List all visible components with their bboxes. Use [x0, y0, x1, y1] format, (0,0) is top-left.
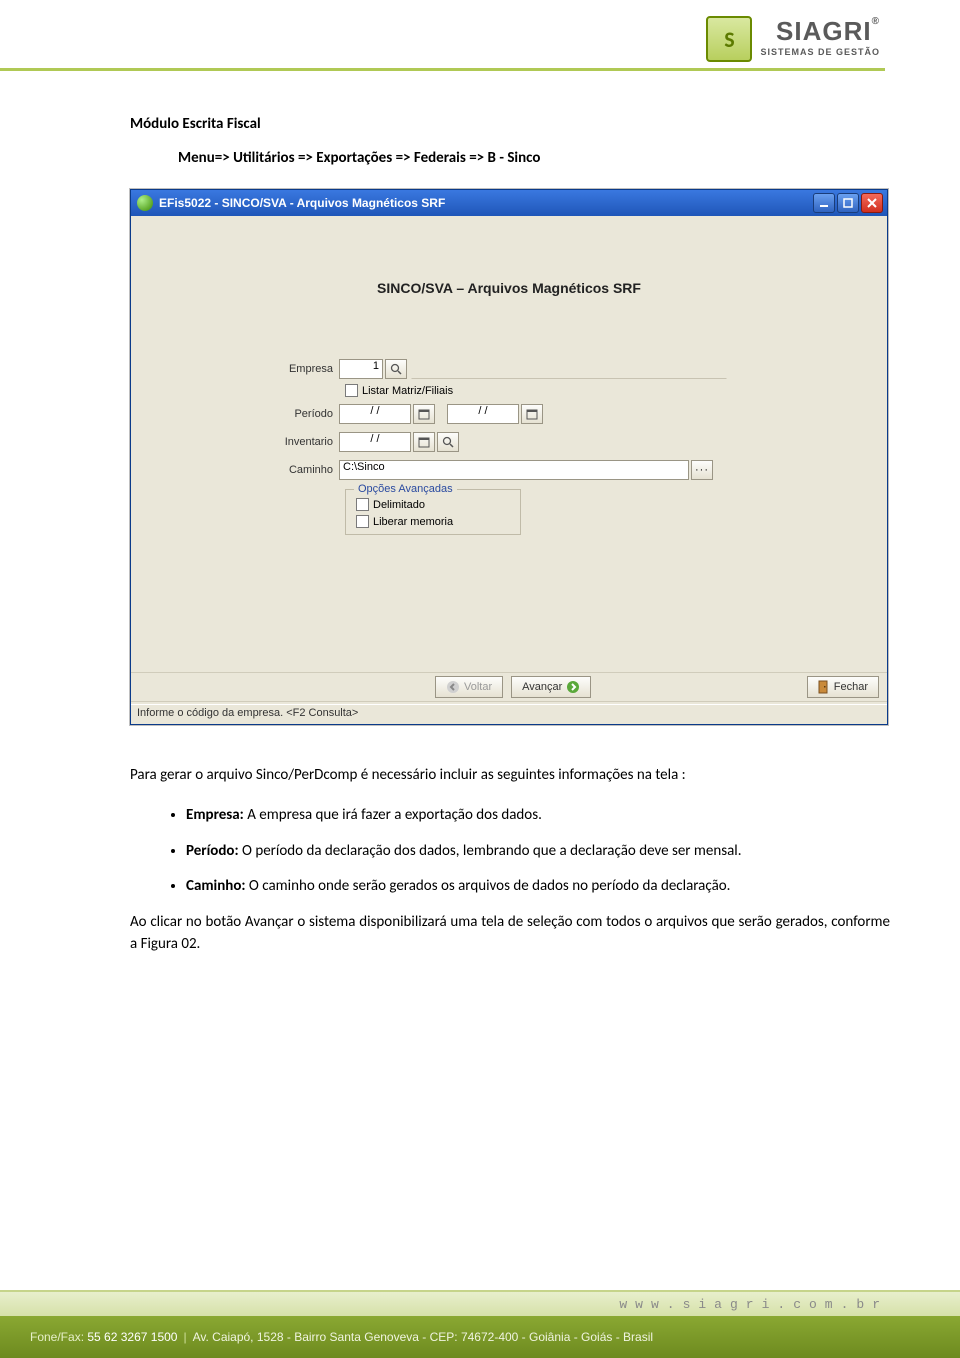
caminho-label: Caminho	[277, 464, 339, 476]
advanced-options-legend: Opções Avançadas	[354, 483, 457, 495]
closing-paragraph: Ao clicar no botão Avançar o sistema dis…	[130, 912, 890, 956]
inventario-lookup-button[interactable]	[437, 432, 459, 452]
form-title: SINCO/SVA – Arquivos Magnéticos SRF	[131, 216, 887, 296]
inventario-label: Inventario	[277, 436, 339, 448]
page-footer: www.siagri.com.br Fone/Fax: 55 62 3267 1…	[0, 1290, 960, 1358]
bullet-empresa: Empresa: A empresa que irá fazer a expor…	[186, 805, 890, 827]
forward-arrow-icon	[566, 680, 580, 694]
periodo-start-input[interactable]: / /	[339, 404, 411, 424]
intro-paragraph: Para gerar o arquivo Sinco/PerDcomp é ne…	[130, 765, 890, 787]
status-bar: Informe o código da empresa. <F2 Consult…	[131, 704, 887, 724]
brand-tagline: SISTEMAS DE GESTÃO	[760, 47, 880, 57]
periodo-label: Período	[277, 408, 339, 420]
advanced-options-fieldset: Opções Avançadas Delimitado Liberar memo…	[345, 489, 521, 535]
periodo-start-calendar-button[interactable]	[413, 404, 435, 424]
back-arrow-icon	[446, 680, 460, 694]
calendar-icon	[418, 436, 430, 448]
liberar-memoria-checkbox[interactable]	[356, 515, 369, 528]
periodo-end-input[interactable]: / /	[447, 404, 519, 424]
delimitado-checkbox[interactable]	[356, 498, 369, 511]
brand-logo: S SIAGRI® SISTEMAS DE GESTÃO	[706, 16, 880, 62]
fechar-button[interactable]: Fechar	[807, 676, 879, 698]
window-title: EFis5022 - SINCO/SVA - Arquivos Magnétic…	[159, 196, 811, 210]
empresa-input[interactable]: 1	[339, 359, 383, 379]
empresa-label: Empresa	[277, 363, 339, 375]
minimize-button[interactable]	[813, 193, 835, 213]
calendar-icon	[526, 408, 538, 420]
bullet-caminho: Caminho: O caminho onde serão gerados os…	[186, 876, 890, 898]
minimize-icon	[819, 198, 829, 208]
caminho-input[interactable]: C:\Sinco	[339, 460, 689, 480]
maximize-icon	[843, 198, 853, 208]
avancar-button[interactable]: Avançar	[511, 676, 591, 698]
liberar-memoria-label: Liberar memoria	[373, 516, 453, 528]
search-icon	[390, 363, 402, 375]
search-icon	[442, 436, 454, 448]
delimitado-label: Delimitado	[373, 499, 425, 511]
module-title: Módulo Escrita Fiscal	[130, 115, 890, 133]
ellipsis-icon: ···	[695, 464, 709, 476]
periodo-end-calendar-button[interactable]	[521, 404, 543, 424]
inventario-calendar-button[interactable]	[413, 432, 435, 452]
voltar-button[interactable]: Voltar	[435, 676, 503, 698]
empresa-display	[411, 359, 727, 379]
app-window: EFis5022 - SINCO/SVA - Arquivos Magnétic…	[130, 189, 888, 725]
listar-matriz-label: Listar Matriz/Filiais	[362, 385, 453, 397]
empresa-lookup-button[interactable]	[385, 359, 407, 379]
menu-path: Menu=> Utilitários => Exportações => Fed…	[178, 149, 890, 167]
button-bar: Voltar Avançar Fechar	[131, 672, 887, 702]
listar-matriz-checkbox[interactable]	[345, 384, 358, 397]
close-button[interactable]	[861, 193, 883, 213]
caminho-browse-button[interactable]: ···	[691, 460, 713, 480]
footer-address-bar: Fone/Fax: 55 62 3267 1500 | Av. Caiapó, …	[0, 1316, 960, 1358]
header-rule	[0, 68, 885, 71]
inventario-input[interactable]: / /	[339, 432, 411, 452]
logo-mark-icon: S	[706, 16, 752, 62]
window-titlebar: EFis5022 - SINCO/SVA - Arquivos Magnétic…	[131, 190, 887, 216]
door-icon	[818, 680, 830, 694]
footer-site: www.siagri.com.br	[0, 1290, 960, 1316]
maximize-button[interactable]	[837, 193, 859, 213]
calendar-icon	[418, 408, 430, 420]
bullet-periodo: Período: O período da declaração dos dad…	[186, 841, 890, 863]
app-icon	[137, 195, 153, 211]
close-icon	[867, 198, 877, 208]
brand-name: SIAGRI®	[760, 16, 880, 47]
